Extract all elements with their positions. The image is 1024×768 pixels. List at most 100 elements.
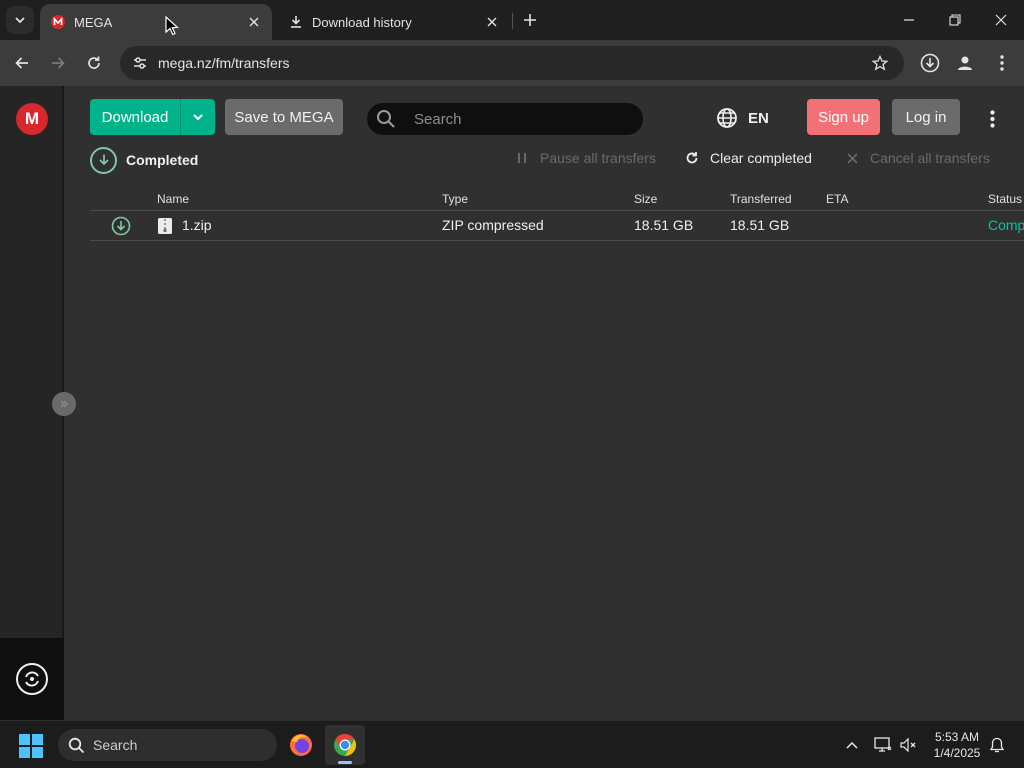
language-selector[interactable]: EN [716, 106, 769, 130]
reload-button[interactable] [78, 47, 110, 79]
completed-label: Completed [126, 152, 199, 168]
chevron-down-icon [15, 17, 25, 24]
sidebar-account-area [0, 638, 64, 720]
sidebar-collapse-handle[interactable] [52, 392, 76, 416]
downloads-button[interactable] [914, 47, 946, 79]
log-in-button[interactable]: Log in [892, 99, 960, 135]
show-hidden-icons-button[interactable] [842, 735, 862, 755]
pause-icon [512, 152, 532, 164]
column-header-size[interactable]: Size [634, 192, 657, 206]
profile-button[interactable] [949, 47, 981, 79]
pause-all-label: Pause all transfers [540, 150, 656, 166]
windows-logo-icon [19, 734, 43, 758]
more-vertical-icon [989, 110, 995, 128]
pause-all-transfers-button[interactable]: Pause all transfers [512, 148, 656, 168]
search-icon [376, 109, 398, 129]
back-button[interactable] [6, 47, 38, 79]
sync-app-icon[interactable] [16, 663, 48, 695]
profile-icon [958, 56, 972, 70]
cancel-all-transfers-button[interactable]: Cancel all transfers [842, 148, 990, 168]
taskbar-firefox[interactable] [281, 725, 321, 765]
close-tab-icon[interactable] [482, 12, 502, 32]
start-button[interactable] [18, 733, 44, 759]
sign-up-button[interactable]: Sign up [807, 99, 880, 135]
close-window-button[interactable] [978, 4, 1024, 36]
system-clock[interactable]: 5:53 AM 1/4/2025 [926, 729, 988, 761]
address-bar[interactable]: mega.nz/fm/transfers [120, 46, 904, 80]
chevron-down-icon [193, 114, 203, 121]
chrome-icon [334, 734, 356, 756]
logo-letter: M [24, 109, 40, 128]
download-options-toggle[interactable] [181, 111, 215, 123]
file-name: 1.zip [182, 217, 212, 233]
url-text: mega.nz/fm/transfers [158, 55, 290, 71]
minimize-icon [904, 19, 914, 21]
search-box[interactable] [367, 103, 643, 135]
tab-title: Download history [312, 14, 412, 30]
column-header-transferred[interactable]: Transferred [730, 192, 792, 206]
download-circle-icon [920, 53, 940, 73]
bookmark-star-icon[interactable] [868, 55, 892, 71]
mega-logo-icon[interactable]: M [16, 103, 48, 135]
site-settings-icon[interactable] [130, 55, 150, 71]
more-vertical-icon [1000, 55, 1004, 71]
mega-page: M Download Save to MEGA EN Sign up Log i… [0, 86, 1024, 720]
tab-search-button[interactable] [6, 6, 34, 34]
column-header-name[interactable]: Name [157, 192, 189, 206]
mega-favicon-icon [50, 14, 66, 30]
tab-download-history[interactable]: Download history [278, 4, 510, 40]
chevron-up-icon [846, 741, 858, 749]
completed-filter[interactable]: Completed [90, 146, 198, 174]
close-icon [995, 14, 1007, 26]
column-header-eta[interactable]: ETA [826, 192, 848, 206]
firefox-icon [290, 734, 312, 756]
taskbar-chrome[interactable] [325, 725, 365, 765]
tab-mega[interactable]: MEGA [40, 4, 272, 40]
forward-button[interactable] [42, 47, 74, 79]
close-icon [842, 152, 862, 164]
download-complete-icon [90, 146, 117, 174]
clock-date: 1/4/2025 [933, 746, 981, 760]
download-label: Download [101, 108, 169, 126]
clear-completed-button[interactable]: Clear completed [682, 148, 812, 168]
double-chevron-icon [60, 400, 68, 408]
language-code: EN [748, 109, 769, 127]
browser-toolbar: mega.nz/fm/transfers [0, 40, 1024, 86]
transfer-status: Completed [988, 217, 1024, 233]
mouse-cursor-icon [165, 16, 179, 36]
tab-separator [512, 13, 513, 29]
arrow-left-icon [15, 57, 28, 69]
refresh-icon [682, 151, 702, 165]
globe-icon [717, 108, 737, 128]
table-row[interactable]: 1.zip ZIP compressed 18.51 GB 18.51 GB C… [90, 212, 1024, 241]
active-app-indicator [338, 761, 352, 764]
save-to-mega-button[interactable]: Save to MEGA [225, 99, 343, 135]
download-complete-icon [111, 216, 131, 239]
minimize-button[interactable] [886, 4, 932, 36]
clear-completed-label: Clear completed [710, 150, 812, 166]
notifications-bell-icon[interactable] [987, 735, 1007, 755]
plus-icon [524, 14, 536, 26]
search-input[interactable] [414, 110, 614, 128]
restore-icon [949, 14, 961, 26]
column-header-status[interactable]: Status [988, 192, 1022, 206]
file-size: 18.51 GB [634, 217, 694, 233]
browser-menu-button[interactable] [986, 47, 1018, 79]
file-type: ZIP compressed [442, 217, 544, 233]
tab-title: MEGA [74, 14, 113, 30]
network-icon[interactable] [873, 735, 893, 755]
close-tab-icon[interactable] [244, 12, 264, 32]
cancel-all-label: Cancel all transfers [870, 150, 990, 166]
taskbar: Search 5:53 AM 1/4/2025 [0, 720, 1024, 768]
transfers-table-header: Name Type Size Transferred ETA Status [90, 189, 1024, 211]
download-button[interactable]: Download [90, 99, 215, 135]
taskbar-search-label: Search [93, 737, 138, 753]
new-tab-button[interactable] [518, 8, 542, 32]
zip-file-icon [157, 217, 173, 238]
volume-muted-icon[interactable] [899, 735, 919, 755]
restore-button[interactable] [932, 4, 978, 36]
download-icon [288, 14, 304, 30]
taskbar-search[interactable]: Search [58, 729, 277, 761]
column-header-type[interactable]: Type [442, 192, 468, 206]
page-menu-button[interactable] [980, 106, 1004, 132]
